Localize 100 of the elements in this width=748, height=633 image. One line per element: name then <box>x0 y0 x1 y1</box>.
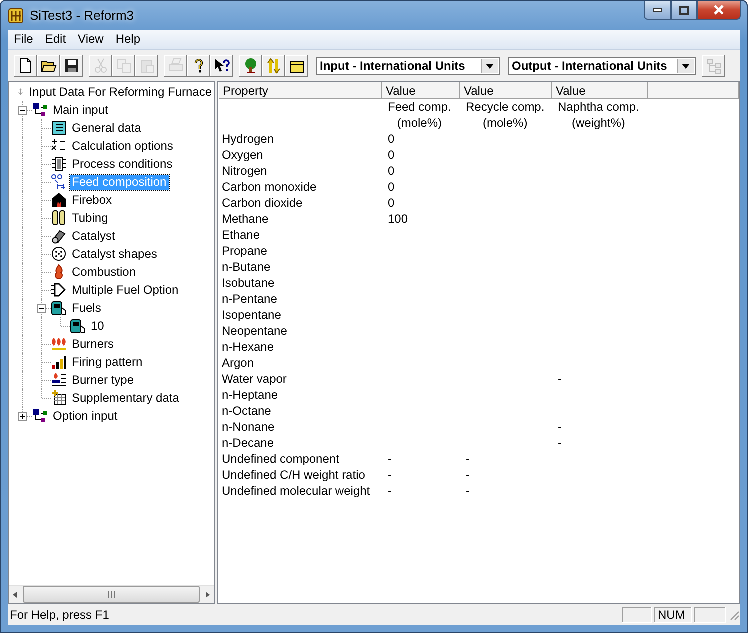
tree-item[interactable]: Catalyst shapes <box>70 246 160 262</box>
molecule-icon <box>51 174 67 190</box>
close-button[interactable] <box>697 1 741 20</box>
tree-item[interactable]: 10 <box>89 318 106 334</box>
toolbar-button[interactable] <box>239 54 262 76</box>
toolbar-button[interactable] <box>187 54 210 76</box>
tree-expander[interactable] <box>37 304 46 313</box>
table-cell-text: - <box>387 484 393 498</box>
tree-item[interactable]: Catalyst <box>70 228 118 244</box>
property-label: Isopentane <box>221 308 282 322</box>
toolbar-button[interactable] <box>285 54 308 76</box>
tree-item[interactable]: Process conditions <box>70 156 175 172</box>
property-label: Undefined component <box>221 452 340 466</box>
units-dropdown[interactable]: Input - International Units <box>316 56 500 74</box>
pointer-question-icon <box>214 58 230 74</box>
fuel-pump-icon <box>70 318 86 334</box>
table-cell-text: - <box>465 452 471 466</box>
units-dropdown[interactable]: Output - International Units <box>508 56 696 74</box>
table-cell-text: 0 <box>387 148 396 162</box>
property-label: Argon <box>221 356 256 370</box>
floppy-icon <box>64 58 80 74</box>
tree-icon <box>242 58 258 74</box>
status-panel <box>622 606 652 622</box>
tree-item[interactable]: Supplementary data <box>70 390 182 406</box>
tree-item[interactable]: General data <box>70 120 144 136</box>
table-cell-text: - <box>387 468 393 482</box>
column-header[interactable]: Property <box>219 82 382 99</box>
tree-item[interactable]: Combustion <box>70 264 138 280</box>
toolbar-button[interactable] <box>14 54 37 76</box>
toolbar-button[interactable] <box>37 54 60 76</box>
maximize-button[interactable] <box>671 1 697 20</box>
tree-item[interactable]: Burner type <box>70 372 136 388</box>
property-label: Oxygen <box>221 148 264 162</box>
unit-label: (mole%) <box>483 115 528 131</box>
property-label: n-Nonane <box>221 420 276 434</box>
copy-icon <box>116 58 132 74</box>
bar-chart-icon <box>51 354 67 370</box>
column-header[interactable]: Value <box>552 82 648 99</box>
column-subheading: Feed comp. <box>388 99 452 115</box>
menu-item[interactable]: File <box>8 30 40 49</box>
property-label: n-Decane <box>221 436 276 450</box>
status-indicator: NUM <box>654 606 692 622</box>
menu-item[interactable]: Edit <box>39 30 72 49</box>
window-title: SiTest3 - Reform3 <box>30 8 134 23</box>
property-label: Carbon dioxide <box>221 196 304 210</box>
toolbar-button[interactable] <box>60 54 83 76</box>
fuel-pump-icon <box>51 300 67 316</box>
toolbar-button[interactable] <box>210 54 233 76</box>
close-icon <box>713 5 725 15</box>
collapse-icon <box>38 305 45 312</box>
caret-icon <box>677 58 694 72</box>
tree-item[interactable]: Firing pattern <box>70 354 145 370</box>
house-icon <box>51 192 67 208</box>
horizontal-scrollbar[interactable] <box>9 585 214 603</box>
column-header[interactable]: Value <box>460 82 552 99</box>
arrows-icon <box>266 58 282 74</box>
resize-grip-icon <box>728 608 740 620</box>
flames-icon <box>51 336 67 352</box>
tree-item[interactable]: Burners <box>70 336 116 352</box>
gate-icon <box>51 282 67 298</box>
table-cell-text: 0 <box>387 180 396 194</box>
scissors-icon <box>92 58 108 74</box>
property-label: Methane <box>221 212 270 226</box>
status-message: For Help, press F1 <box>10 608 110 622</box>
property-label: Hydrogen <box>221 132 276 146</box>
tree-item[interactable]: Firebox <box>70 192 114 208</box>
table-cell-text: 0 <box>387 196 396 210</box>
document-icon <box>18 58 34 74</box>
table-cell-text: - <box>557 436 563 450</box>
column-header[interactable]: Value <box>382 82 460 99</box>
burner-icon <box>51 372 67 388</box>
hierarchy-icon <box>706 58 722 74</box>
printer-icon <box>168 58 184 74</box>
chip-icon <box>51 156 67 172</box>
hierarchy-icon <box>32 102 48 118</box>
tree-item[interactable]: Option input <box>51 408 120 424</box>
tree-item[interactable]: Calculation options <box>70 138 176 154</box>
menu-item[interactable]: Help <box>110 30 147 49</box>
tree-expander[interactable] <box>18 106 27 115</box>
tree-item[interactable]: Tubing <box>70 210 110 226</box>
tree-item[interactable]: Main input <box>51 102 110 118</box>
tubes-icon <box>51 210 67 226</box>
property-label: n-Octane <box>221 404 272 418</box>
dotted-circle-icon <box>51 246 67 262</box>
tree-expander[interactable] <box>18 412 27 421</box>
property-label: Propane <box>221 244 268 258</box>
property-label: Isobutane <box>221 276 276 290</box>
tree-item[interactable]: Multiple Fuel Option <box>70 282 181 298</box>
menu-item[interactable]: View <box>72 30 110 49</box>
collapse-icon <box>19 107 26 114</box>
tree-item[interactable]: Input Data For Reforming Furnace <box>27 84 214 100</box>
tree-item[interactable]: Fuels <box>70 300 104 316</box>
property-label: n-Pentane <box>221 292 278 306</box>
unit-label: (mole%) <box>397 115 442 131</box>
grip-icon <box>107 591 116 598</box>
column-subheading: Recycle comp. <box>466 99 545 115</box>
property-label: Undefined C/H weight ratio <box>221 468 366 482</box>
table-cell-text: - <box>465 484 471 498</box>
property-label: Neopentane <box>221 324 288 338</box>
minimize-button[interactable] <box>644 1 671 20</box>
